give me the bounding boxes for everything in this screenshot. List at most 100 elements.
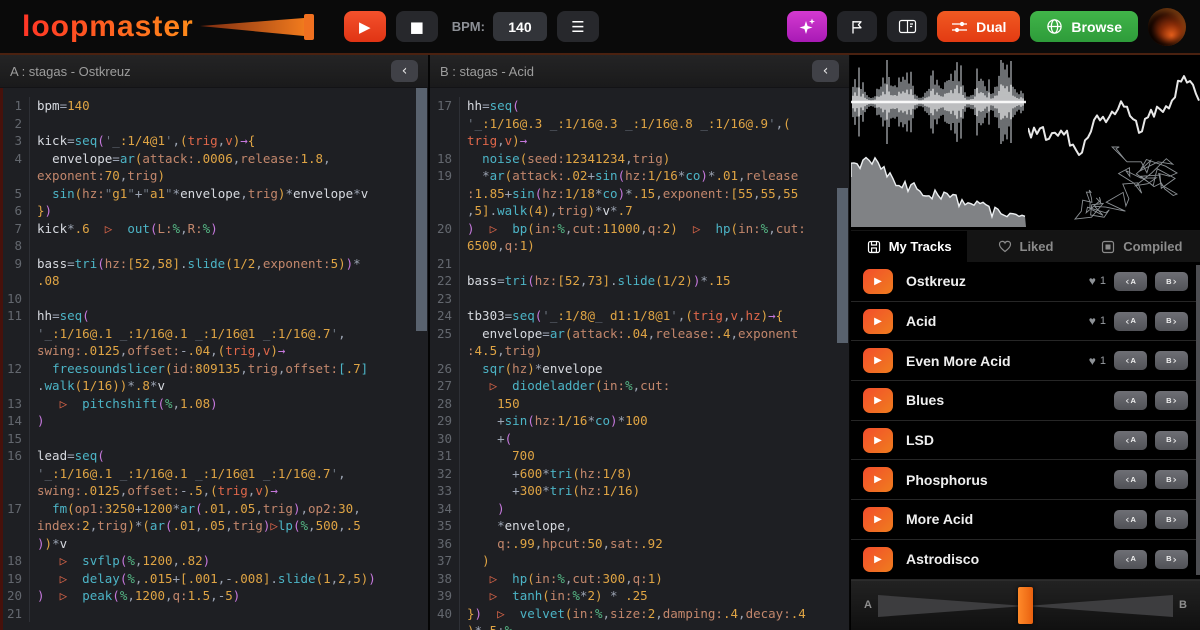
load-to-deck-a-button[interactable]: ‹A (1114, 351, 1147, 370)
track-play-button[interactable]: ▶ (863, 388, 893, 413)
crossfader-handle[interactable] (1018, 587, 1033, 624)
dual-mode-button[interactable]: Dual (937, 11, 1020, 42)
load-to-deck-a-button[interactable]: ‹A (1114, 550, 1147, 569)
crossfader-a-label: A (864, 599, 872, 611)
browse-button[interactable]: Browse (1030, 11, 1138, 42)
line-number: 12 (0, 360, 30, 378)
load-to-deck-b-button[interactable]: B› (1155, 470, 1188, 489)
code-row: 34 ) (430, 500, 849, 518)
load-to-deck-a-button[interactable]: ‹A (1114, 312, 1147, 331)
stop-button[interactable]: ■ (396, 11, 438, 42)
tab-liked[interactable]: Liked (967, 231, 1083, 262)
code-row: 4 envelope=ar(attack:.0006,release:1.8, (0, 150, 428, 168)
line-number (0, 377, 30, 395)
deck-a-header: A : stagas - Ostkreuz ‹ (0, 55, 428, 88)
line-number: 22 (430, 272, 460, 290)
load-to-deck-b-button[interactable]: B› (1155, 312, 1188, 331)
code-row: 37 ) (430, 552, 849, 570)
load-to-deck-b-button[interactable]: B› (1155, 351, 1188, 370)
heart-icon: ♥ (1089, 314, 1096, 328)
tab-compiled[interactable]: Compiled (1084, 231, 1200, 262)
line-number: 4 (0, 150, 30, 168)
load-to-deck-b-button[interactable]: B› (1155, 550, 1188, 569)
track-controls: ♥1 ‹A B› (1089, 312, 1188, 331)
heart-icon (998, 240, 1012, 253)
chevron-left-icon: ‹ (1125, 554, 1129, 565)
chevron-left-icon: ‹ (1125, 395, 1129, 406)
track-row: ▶More Acid‹AB› (851, 500, 1200, 540)
tab-label: Compiled (1123, 239, 1182, 254)
line-number: 2 (0, 115, 30, 133)
line-number: 20 (0, 587, 30, 605)
code-line: lead=seq( (30, 447, 105, 465)
load-to-deck-a-button[interactable]: ‹A (1114, 431, 1147, 450)
code-row: 2 (0, 115, 428, 133)
code-row: ,5].walk(4),trig)*v*.7 (430, 202, 849, 220)
like-button[interactable]: ♥1 (1089, 274, 1106, 288)
load-to-deck-b-button[interactable]: B› (1155, 431, 1188, 450)
crossfader[interactable]: A B (851, 580, 1200, 630)
track-play-button[interactable]: ▶ (863, 269, 893, 294)
like-button[interactable]: ♥1 (1089, 314, 1106, 328)
line-number: 35 (430, 517, 460, 535)
load-to-deck-b-button[interactable]: B› (1155, 391, 1188, 410)
track-play-button[interactable]: ▶ (863, 507, 893, 532)
deck-b-scrollbar-thumb[interactable] (837, 188, 848, 343)
track-controls: ‹A B› (1114, 550, 1188, 569)
load-to-deck-a-button[interactable]: ‹A (1114, 470, 1147, 489)
deck-b-collapse-button[interactable]: ‹ (812, 60, 839, 82)
library-panel: My TracksLikedCompiled ▶Ostkreuz♥1‹AB›▶A… (851, 55, 1200, 630)
code-line: ) (460, 552, 490, 570)
deck-b-letter: B (1166, 476, 1171, 484)
user-avatar[interactable] (1148, 8, 1186, 46)
code-row: 17hh=seq( (430, 97, 849, 115)
stop-icon: ■ (410, 18, 424, 36)
deck-b-code-editor[interactable]: 17hh=seq('_:1/16@.3 _:1/16@.3 _:1/16@.8 … (430, 88, 849, 630)
code-line (30, 290, 37, 308)
track-play-button[interactable]: ▶ (863, 348, 893, 373)
code-line: :4.5,trig) (460, 342, 542, 360)
magic-wand-button[interactable] (787, 11, 827, 42)
track-list-scrollbar[interactable] (1196, 265, 1200, 575)
track-controls: ♥1 ‹A B› (1089, 351, 1188, 370)
line-number: 17 (430, 97, 460, 115)
globe-icon (1046, 18, 1063, 35)
track-play-button[interactable]: ▶ (863, 467, 893, 492)
code-row: 20) ▷ peak(%,1200,q:1.5,-5) (0, 587, 428, 605)
line-number: 19 (430, 167, 460, 185)
load-to-deck-a-button[interactable]: ‹A (1114, 510, 1147, 529)
line-number: 14 (0, 412, 30, 430)
deck-a-scrollbar-thumb[interactable] (416, 88, 427, 331)
code-row: 8 (0, 237, 428, 255)
code-line: bass=tri(hz:[52,73].slide(1/2))*.15 (460, 272, 730, 290)
load-to-deck-b-button[interactable]: B› (1155, 272, 1188, 291)
flag-button[interactable] (837, 11, 877, 42)
code-line: sin(hz:"g1"+"a1"*envelope,trig)*envelope… (30, 185, 368, 203)
book-button[interactable] (887, 11, 927, 42)
track-title: Astrodisco (906, 551, 979, 567)
code-row: 20) ▷ bp(in:%,cut:11000,q:2) ▷ hp(in:%,c… (430, 220, 849, 238)
play-button[interactable]: ▶ (344, 11, 386, 42)
waveform-display (851, 58, 1026, 146)
line-number: 20 (430, 220, 460, 238)
load-to-deck-a-button[interactable]: ‹A (1114, 272, 1147, 291)
line-number: 16 (0, 447, 30, 465)
code-row: 6}) (0, 202, 428, 220)
track-play-button[interactable]: ▶ (863, 547, 893, 572)
code-line: *envelope, (460, 517, 572, 535)
bpm-input[interactable] (493, 12, 547, 41)
load-to-deck-a-button[interactable]: ‹A (1114, 391, 1147, 410)
code-line: 700 (460, 447, 535, 465)
like-button[interactable]: ♥1 (1089, 354, 1106, 368)
code-row: 36 q:.99,hpcut:50,sat:.92 (430, 535, 849, 553)
menu-button[interactable]: ☰ (557, 11, 599, 42)
track-play-button[interactable]: ▶ (863, 309, 893, 334)
deck-a-collapse-button[interactable]: ‹ (391, 60, 418, 82)
code-line: ▷ pitchshift(%,1.08) (30, 395, 218, 413)
deck-a-letter: A (1130, 516, 1135, 524)
deck-a-code-editor[interactable]: 1bpm=14023kick=seq('_:1/4@1',(trig,v)→{4… (0, 88, 428, 630)
track-play-button[interactable]: ▶ (863, 428, 893, 453)
load-to-deck-b-button[interactable]: B› (1155, 510, 1188, 529)
tab-my-tracks[interactable]: My Tracks (851, 231, 967, 262)
browse-label: Browse (1071, 19, 1122, 35)
